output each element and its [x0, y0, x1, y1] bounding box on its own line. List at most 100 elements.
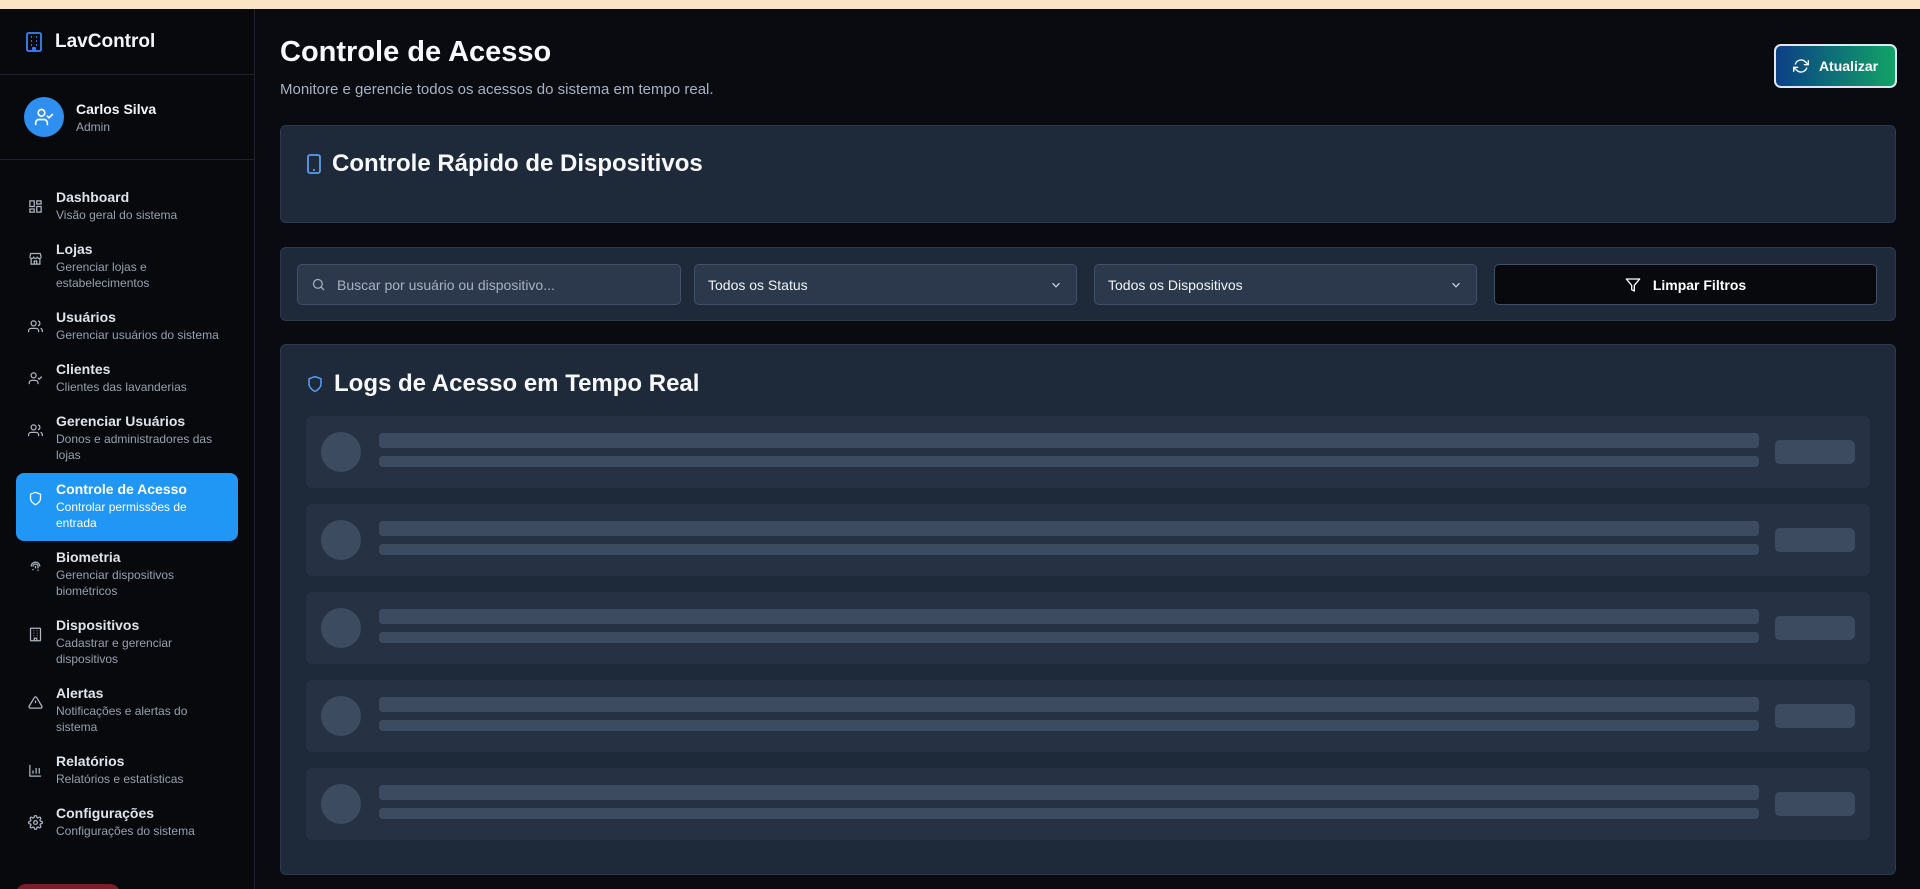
skeleton-avatar: [321, 696, 361, 736]
chevron-down-icon: [1449, 278, 1463, 292]
status-select[interactable]: Todos os Status: [694, 264, 1077, 305]
sidebar-item-label: Clientes: [56, 361, 111, 377]
refresh-label: Atualizar: [1818, 58, 1879, 74]
app-name: LavControl: [55, 30, 156, 52]
sidebar-item-desc: Gerenciar dispositivos biométricos: [56, 568, 175, 598]
page-subtitle: Monitore e gerencie todos os acessos do …: [280, 81, 714, 98]
filters-card: Todos os Status Todos os Dispositivos Li…: [280, 247, 1896, 321]
quick-device-control-card: Controle Rápido de Dispositivos: [280, 125, 1896, 223]
layout-grid-icon: [26, 197, 44, 215]
sidebar-item-relatorios[interactable]: Relatórios Relatórios e estatísticas: [16, 745, 238, 797]
sidebar-item-usuarios[interactable]: Usuários Gerenciar usuários do sistema: [16, 301, 238, 353]
user-check-icon: [26, 369, 44, 387]
skeleton-badge: [1775, 616, 1855, 640]
alert-triangle-icon: [26, 693, 44, 711]
skeleton-avatar: [321, 608, 361, 648]
sidebar-item-label: Biometria: [56, 549, 121, 565]
quick-control-title-text: Controle Rápido de Dispositivos: [332, 150, 703, 177]
sidebar-item-label: Relatórios: [56, 753, 125, 769]
user-name: Carlos Silva: [76, 100, 157, 117]
sidebar-item-label: Alertas: [56, 685, 104, 701]
sidebar-item-dashboard[interactable]: Dashboard Visão geral do sistema: [16, 181, 238, 233]
tablet-icon: [306, 154, 322, 174]
skeleton-line: [379, 808, 1759, 819]
shield-icon: [26, 489, 44, 507]
sidebar-item-label: Configurações: [56, 805, 155, 821]
sidebar-item-controle-de-acesso[interactable]: Controle de Acesso Controlar permissões d…: [16, 473, 238, 541]
avatar: [24, 97, 64, 137]
sidebar-item-biometria[interactable]: Biometria Gerenciar dispositivos biométri…: [16, 541, 238, 609]
building-icon: [26, 625, 44, 643]
skeleton-line: [379, 544, 1759, 555]
log-skeleton-row: [306, 768, 1870, 840]
device-select-value: Todos os Dispositivos: [1108, 276, 1243, 293]
sidebar-item-gerenciar-usuarios[interactable]: Gerenciar Usuários Donos e administradore…: [16, 405, 238, 473]
sidebar-item-desc: Notificações e alertas do sistema: [56, 704, 188, 734]
search-icon: [311, 277, 326, 292]
users-icon: [26, 421, 44, 439]
main-content: Controle de Acesso Monitore e gerencie t…: [255, 9, 1920, 889]
status-select-value: Todos os Status: [708, 276, 808, 293]
sidebar-item-label: Dashboard: [56, 189, 130, 205]
skeleton-avatar: [321, 432, 361, 472]
sidebar-item-label: Controle de Acesso: [56, 481, 187, 497]
sidebar-item-desc: Configurações do sistema: [56, 824, 195, 838]
log-skeleton-row: [306, 680, 1870, 752]
skeleton-line: [379, 632, 1759, 643]
chevron-down-icon: [1049, 278, 1063, 292]
logs-title-text: Logs de Acesso em Tempo Real: [334, 370, 700, 397]
refresh-button[interactable]: Atualizar: [1774, 44, 1897, 88]
sidebar-item-desc: Visão geral do sistema: [56, 208, 178, 222]
sidebar-item-lojas[interactable]: Lojas Gerenciar lojas e estabelecimentos: [16, 233, 238, 301]
skeleton-badge: [1775, 792, 1855, 816]
skeleton-line: [379, 456, 1759, 467]
sidebar-item-label: Dispositivos: [56, 617, 140, 633]
skeleton-badge: [1775, 440, 1855, 464]
sidebar-item-clientes[interactable]: Clientes Clientes das lavanderias: [16, 353, 238, 405]
skeleton-line: [379, 785, 1759, 800]
search-field[interactable]: [297, 264, 681, 305]
search-input[interactable]: [337, 276, 667, 293]
filter-icon: [1625, 277, 1641, 293]
brand[interactable]: LavControl: [0, 9, 254, 75]
log-skeleton-row: [306, 592, 1870, 664]
skeleton-line: [379, 609, 1759, 624]
sidebar-item-desc: Cadastrar e gerenciar dispositivos: [56, 636, 173, 666]
skeleton-line: [379, 433, 1759, 448]
quick-control-title: Controle Rápido de Dispositivos: [306, 150, 703, 178]
log-skeleton-row: [306, 504, 1870, 576]
device-select[interactable]: Todos os Dispositivos: [1094, 264, 1477, 305]
clear-filters-button[interactable]: Limpar Filtros: [1494, 264, 1877, 305]
page-title: Controle de Acesso: [280, 36, 552, 68]
sidebar-item-dispositivos[interactable]: Dispositivos Cadastrar e gerenciar dispos…: [16, 609, 238, 677]
skeleton-badge: [1775, 704, 1855, 728]
sidebar-item-alertas[interactable]: Alertas Notificações e alertas do sistema: [16, 677, 238, 745]
sidebar-item-desc: Relatórios e estatísticas: [56, 772, 184, 786]
fingerprint-icon: [26, 557, 44, 575]
sidebar-item-configuracoes[interactable]: Configurações Configurações do sistema: [16, 797, 238, 849]
bottom-status-pill[interactable]: [16, 884, 120, 889]
user-check-icon: [34, 107, 54, 127]
sidebar-item-desc: Gerenciar lojas e estabelecimentos: [56, 260, 150, 290]
shield-icon: [306, 374, 324, 394]
sidebar-item-desc: Gerenciar usuários do sistema: [56, 328, 219, 342]
bar-chart-icon: [26, 761, 44, 779]
sidebar-item-desc: Controlar permissões de entrada: [56, 500, 187, 530]
sidebar: LavControl Carlos Silva Admin Dashboard V…: [0, 9, 255, 889]
skeleton-line: [379, 697, 1759, 712]
building-icon: [25, 31, 43, 52]
skeleton-line: [379, 720, 1759, 731]
skeleton-avatar: [321, 784, 361, 824]
sidebar-item-label: Gerenciar Usuários: [56, 413, 186, 429]
sidebar-item-desc: Donos e administradores das lojas: [56, 432, 213, 462]
skeleton-badge: [1775, 528, 1855, 552]
clear-filters-label: Limpar Filtros: [1652, 276, 1747, 293]
user-role: Admin: [76, 119, 111, 134]
store-icon: [26, 249, 44, 267]
user-profile[interactable]: Carlos Silva Admin: [0, 75, 254, 160]
log-skeleton-row: [306, 416, 1870, 488]
sidebar-nav: Dashboard Visão geral do sistema Lojas Ger…: [0, 160, 254, 849]
access-logs-card: Logs de Acesso em Tempo Real: [280, 344, 1896, 875]
skeleton-line: [379, 521, 1759, 536]
sidebar-item-desc: Clientes das lavanderias: [56, 380, 187, 394]
